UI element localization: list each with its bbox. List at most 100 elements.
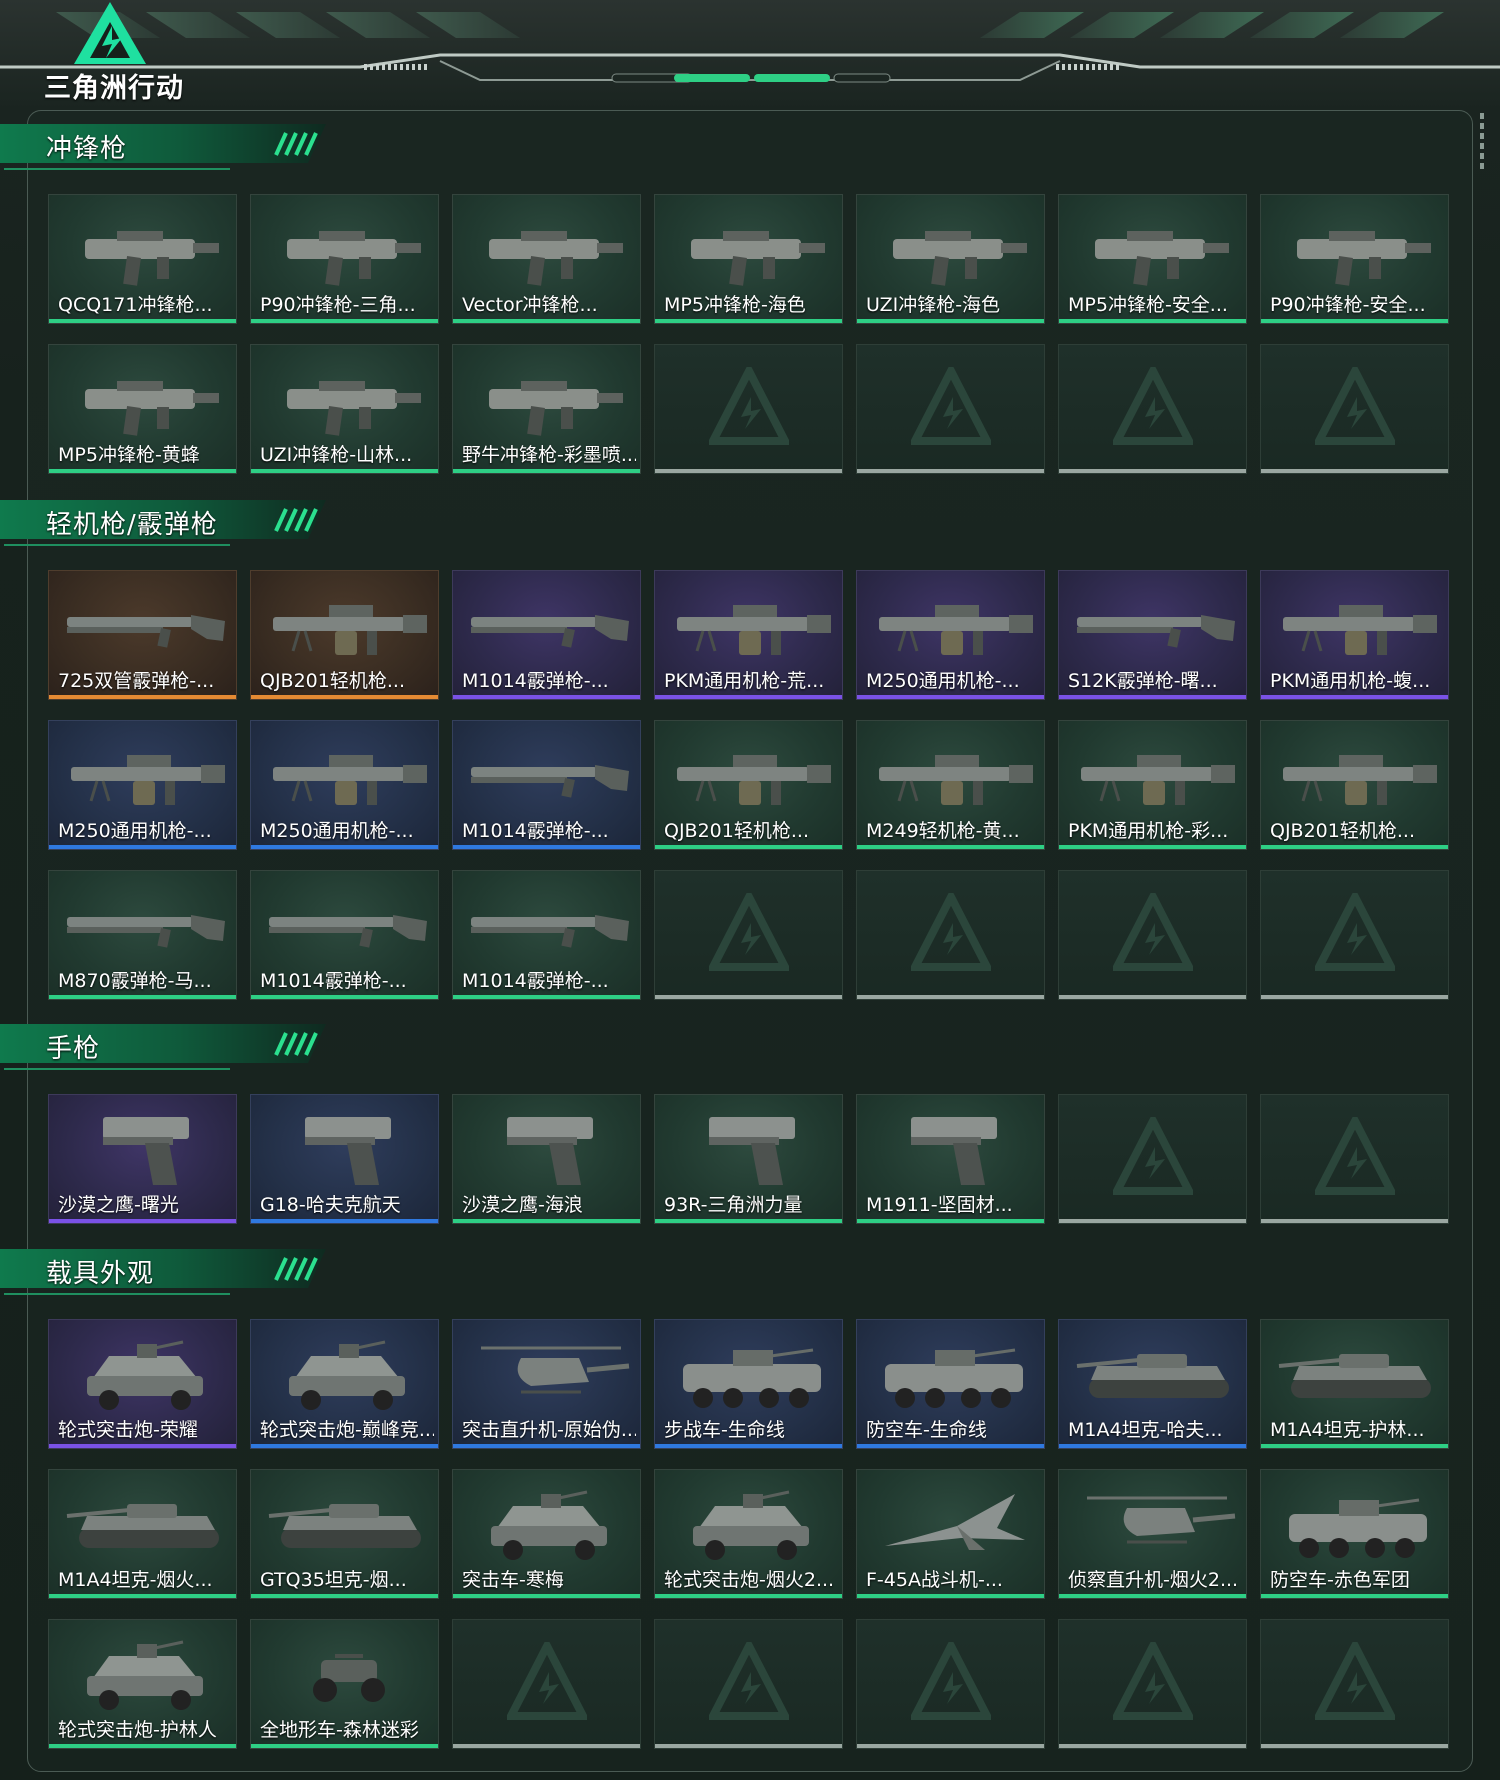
skin-tile[interactable]: QJB201轻机枪... (1260, 720, 1449, 850)
skin-tile[interactable]: M250通用机枪-... (250, 720, 439, 850)
section-title: 手枪 (46, 1034, 101, 1064)
skin-tile[interactable]: S12K霰弹枪-曙... (1058, 570, 1247, 700)
skin-tile[interactable]: MP5冲锋枪-安全... (1058, 194, 1247, 324)
section-header: 手枪 (0, 1021, 330, 1071)
skin-tile[interactable]: F-45A战斗机-... (856, 1469, 1045, 1599)
skin-tile[interactable]: M249轻机枪-黄... (856, 720, 1045, 850)
skin-tile[interactable]: 侦察直升机-烟火2... (1058, 1469, 1247, 1599)
rarity-bar (1059, 845, 1246, 849)
skin-tile[interactable]: GTQ35坦克-烟... (250, 1469, 439, 1599)
section-header: 冲锋枪 (0, 121, 330, 171)
skin-tile[interactable]: M1014霰弹枪-... (250, 870, 439, 1000)
empty-slot[interactable] (1058, 1619, 1247, 1749)
skin-tile[interactable]: M1014霰弹枪-... (452, 570, 641, 700)
empty-slot[interactable] (1260, 1619, 1449, 1749)
skin-tile[interactable]: 沙漠之鹰-曙光 (48, 1094, 237, 1224)
skin-name: QCQ171冲锋枪... (58, 294, 213, 316)
skin-tile[interactable]: PKM通用机枪-荒... (654, 570, 843, 700)
skin-tile[interactable]: G18-哈夫克航天 (250, 1094, 439, 1224)
skin-tile[interactable]: M1014霰弹枪-... (452, 870, 641, 1000)
skin-tile[interactable]: 突击直升机-原始伪... (452, 1319, 641, 1449)
empty-slot[interactable] (1058, 870, 1247, 1000)
skin-tile[interactable]: 轮式突击炮-巅峰竞... (250, 1319, 439, 1449)
empty-slot[interactable] (654, 870, 843, 1000)
smg-icon (691, 231, 825, 286)
lmg-icon (1283, 605, 1437, 655)
skin-tile[interactable]: 全地形车-森林迷彩 (250, 1619, 439, 1749)
skin-tile[interactable]: P90冲锋枪-安全... (1260, 194, 1449, 324)
empty-slot[interactable] (856, 1619, 1045, 1749)
rarity-bar (1261, 695, 1448, 699)
skin-tile[interactable]: QCQ171冲锋枪... (48, 194, 237, 324)
skin-tile[interactable]: UZI冲锋枪-海色 (856, 194, 1045, 324)
header-decoration (0, 12, 1500, 83)
skin-tile[interactable]: 轮式突击炮-护林人 (48, 1619, 237, 1749)
skin-name: P90冲锋枪-安全... (1270, 294, 1426, 316)
skin-tile[interactable]: 沙漠之鹰-海浪 (452, 1094, 641, 1224)
skin-tile[interactable]: 轮式突击炮-荣耀 (48, 1319, 237, 1449)
scrollbar-dots[interactable] (1480, 113, 1484, 179)
delta-logo-icon (74, 2, 146, 64)
skin-tile[interactable]: UZI冲锋枪-山林... (250, 344, 439, 474)
skin-tile[interactable]: MP5冲锋枪-黄蜂 (48, 344, 237, 474)
skin-tile[interactable]: M1A4坦克-哈夫... (1058, 1319, 1247, 1449)
skin-tile[interactable]: QJB201轻机枪... (654, 720, 843, 850)
skin-tile[interactable]: 93R-三角洲力量 (654, 1094, 843, 1224)
skin-tile[interactable]: MP5冲锋枪-海色 (654, 194, 843, 324)
skin-tile[interactable]: 轮式突击炮-烟火2... (654, 1469, 843, 1599)
lmg-icon (1081, 755, 1235, 805)
skin-tile[interactable]: 步战车-生命线 (654, 1319, 843, 1449)
rarity-bar (857, 1219, 1044, 1223)
skin-tile[interactable]: M1014霰弹枪-... (452, 720, 641, 850)
armored-car-icon (87, 1640, 203, 1710)
empty-slot-logo-icon (1315, 893, 1395, 971)
skin-name: 轮式突击炮-护林人 (58, 1719, 217, 1741)
rarity-bar (655, 1219, 842, 1223)
tank-icon (66, 1504, 219, 1548)
pistol-icon (911, 1117, 997, 1185)
skin-tile[interactable]: 防空车-生命线 (856, 1319, 1045, 1449)
empty-slot[interactable] (1260, 344, 1449, 474)
skin-name: 侦察直升机-烟火2... (1068, 1569, 1239, 1591)
rarity-bar (655, 845, 842, 849)
rarity-bar (251, 1744, 438, 1748)
skin-tile[interactable]: Vector冲锋枪... (452, 194, 641, 324)
skin-name: 沙漠之鹰-曙光 (58, 1194, 179, 1216)
skin-tile[interactable]: PKM通用机枪-彩... (1058, 720, 1247, 850)
skin-tile[interactable]: PKM通用机枪-蝮... (1260, 570, 1449, 700)
skin-name: P90冲锋枪-三角... (260, 294, 416, 316)
skin-tile[interactable]: M870霰弹枪-马... (48, 870, 237, 1000)
empty-slot[interactable] (1058, 1094, 1247, 1224)
fighter-jet-icon (885, 1494, 1025, 1550)
skin-name: QJB201轻机枪... (1270, 820, 1415, 842)
skin-tile[interactable]: M250通用机枪-... (48, 720, 237, 850)
skin-tile[interactable]: P90冲锋枪-三角... (250, 194, 439, 324)
empty-slot[interactable] (654, 1619, 843, 1749)
rarity-bar (1261, 1594, 1448, 1598)
empty-slot[interactable] (856, 344, 1045, 474)
lmg-icon (677, 605, 831, 655)
skin-tile[interactable]: 725双管霰弹枪-... (48, 570, 237, 700)
empty-slot[interactable] (1260, 1094, 1449, 1224)
empty-slot[interactable] (856, 870, 1045, 1000)
empty-slot[interactable] (1058, 344, 1247, 474)
skin-tile[interactable]: 突击车-寒梅 (452, 1469, 641, 1599)
skin-tile[interactable]: M1A4坦克-护林... (1260, 1319, 1449, 1449)
skin-tile[interactable]: QJB201轻机枪... (250, 570, 439, 700)
empty-slot[interactable] (452, 1619, 641, 1749)
skin-tile[interactable]: 野牛冲锋枪-彩墨喷... (452, 344, 641, 474)
empty-slot[interactable] (654, 344, 843, 474)
skin-tile[interactable]: 防空车-赤色军团 (1260, 1469, 1449, 1599)
skin-name: 防空车-赤色军团 (1270, 1569, 1410, 1591)
skin-tile[interactable]: M1911-坚固材... (856, 1094, 1045, 1224)
rarity-bar (1059, 1444, 1246, 1448)
skin-name: 沙漠之鹰-海浪 (462, 1194, 583, 1216)
empty-slot[interactable] (1260, 870, 1449, 1000)
skin-tile[interactable]: M1A4坦克-烟火... (48, 1469, 237, 1599)
pistol-icon (103, 1117, 189, 1185)
rarity-bar (251, 695, 438, 699)
skin-tile[interactable]: M250通用机枪-... (856, 570, 1045, 700)
slot-bar (1059, 1744, 1246, 1748)
slot-bar (655, 469, 842, 473)
skin-name: GTQ35坦克-烟... (260, 1569, 407, 1591)
